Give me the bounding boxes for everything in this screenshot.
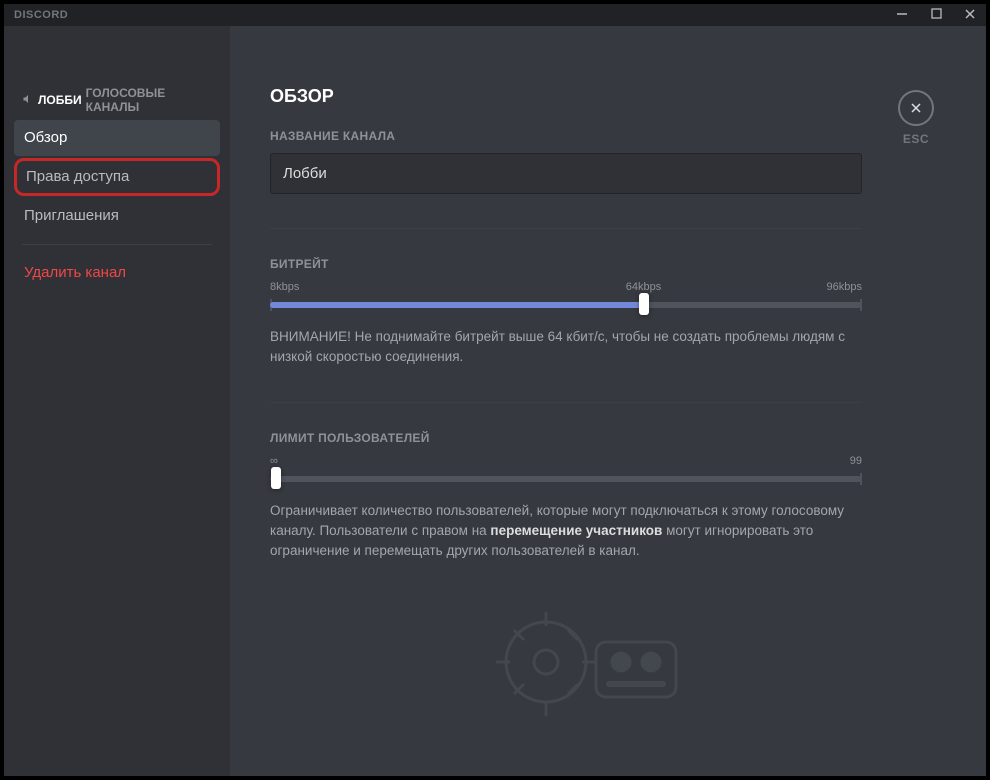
bitrate-mid-label: 64kbps	[626, 281, 661, 293]
bitrate-slider-labels: 8kbps 64kbps 96kbps	[270, 281, 862, 293]
breadcrumb-channel: ЛОББИ	[38, 93, 82, 107]
user-limit-slider[interactable]	[270, 469, 862, 487]
page-title: ОБЗОР	[270, 86, 862, 107]
app-logo: DISCORD	[14, 9, 68, 21]
sidebar-item-overview[interactable]: Обзор	[14, 120, 220, 156]
section-divider	[270, 228, 862, 229]
window-minimize-icon[interactable]	[892, 8, 912, 23]
channel-name-input[interactable]	[270, 153, 862, 194]
sidebar-item-label: Обзор	[24, 129, 67, 146]
window-close-icon[interactable]	[960, 8, 980, 23]
close-icon	[908, 100, 924, 116]
breadcrumb: ЛОББИ ГОЛОСОВЫЕ КАНАЛЫ	[14, 86, 220, 120]
section-divider	[270, 402, 862, 403]
bitrate-label: БИТРЕЙТ	[270, 257, 862, 271]
sidebar-separator	[22, 244, 212, 245]
user-limit-label: ЛИМИТ ПОЛЬЗОВАТЕЛЕЙ	[270, 431, 862, 445]
window-maximize-icon[interactable]	[926, 8, 946, 22]
bitrate-help-text: ВНИМАНИЕ! Не поднимайте битрейт выше 64 …	[270, 327, 862, 368]
settings-sidebar: ЛОББИ ГОЛОСОВЫЕ КАНАЛЫ Обзор Права досту…	[4, 26, 230, 776]
illustration	[270, 607, 862, 717]
volume-icon	[22, 93, 34, 108]
sidebar-item-delete-channel[interactable]: Удалить канал	[14, 255, 220, 291]
sidebar-item-label: Приглашения	[24, 207, 119, 224]
sidebar-item-label: Права доступа	[26, 168, 129, 185]
bitrate-min-label: 8kbps	[270, 281, 299, 293]
bitrate-max-label: 96kbps	[827, 281, 862, 293]
titlebar: DISCORD	[4, 4, 986, 26]
sidebar-item-invites[interactable]: Приглашения	[14, 198, 220, 234]
bitrate-slider-thumb[interactable]	[639, 293, 649, 315]
user-limit-max-label: 99	[850, 455, 862, 467]
channel-name-label: НАЗВАНИЕ КАНАЛА	[270, 129, 862, 143]
user-limit-min-label: ∞	[270, 455, 278, 467]
user-limit-slider-labels: ∞ 99	[270, 455, 862, 467]
user-limit-slider-thumb[interactable]	[271, 467, 281, 489]
sidebar-item-permissions[interactable]: Права доступа	[14, 158, 220, 196]
close-settings-label: ESC	[886, 132, 946, 146]
breadcrumb-category: ГОЛОСОВЫЕ КАНАЛЫ	[86, 86, 212, 114]
sidebar-item-label: Удалить канал	[24, 264, 126, 281]
user-limit-help-text: Ограничивает количество пользователей, к…	[270, 501, 862, 562]
close-settings-button[interactable]	[898, 90, 934, 126]
bitrate-slider[interactable]	[270, 295, 862, 313]
